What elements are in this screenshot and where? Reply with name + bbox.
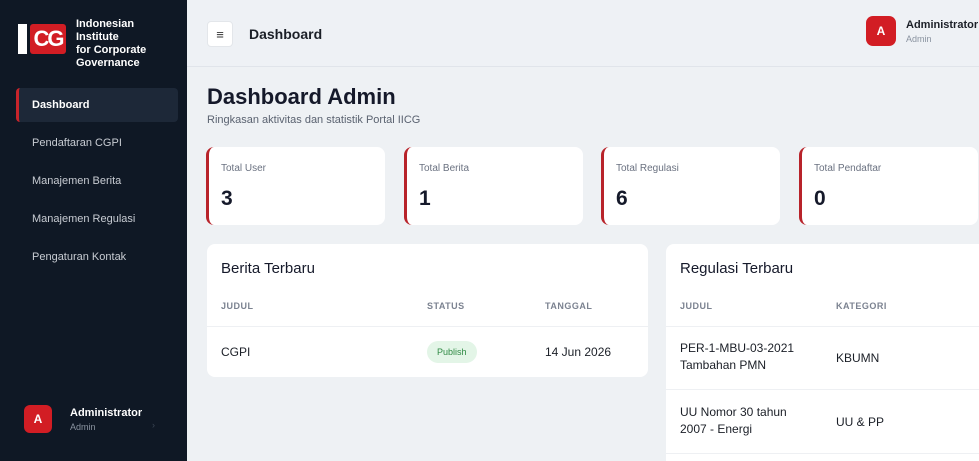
stat-card-total-pendaftar: Total Pendaftar 0 [799, 147, 978, 225]
avatar: A [24, 405, 52, 433]
cell-tanggal: 14 Jun 2026 [545, 345, 612, 359]
stat-card-total-user: Total User 3 [206, 147, 385, 225]
top-header: ≡ Dashboard A Administrator Admin [187, 0, 979, 67]
sidebar-user[interactable]: A Administrator Admin [24, 405, 142, 433]
cell-judul: UU Nomor 30 tahun 2007 - Energi [680, 405, 787, 436]
sidebar-item-dashboard[interactable]: Dashboard [16, 88, 178, 122]
column-header-judul: JUDUL [221, 301, 254, 311]
brand[interactable]: CG Indonesian Institute for Corporate Go… [0, 0, 187, 78]
column-header-kategori: KATEGORI [836, 301, 887, 311]
iicg-logo: CG [18, 24, 66, 54]
user-role: Admin [70, 421, 96, 432]
sidebar: CG Indonesian Institute for Corporate Go… [0, 0, 187, 461]
cell-judul: CGPI [221, 345, 251, 359]
user-name: Administrator [70, 406, 143, 419]
page-title: Dashboard Admin [207, 84, 396, 109]
column-header-judul: JUDUL [680, 301, 713, 311]
stat-card-total-regulasi: Total Regulasi 6 [601, 147, 780, 225]
column-header-tanggal: TANGGAL [545, 301, 593, 311]
page-subtitle: Ringkasan aktivitas dan statistik Portal… [207, 114, 421, 126]
menu-icon[interactable]: ≡ [207, 21, 233, 47]
card-title: Regulasi Terbaru [680, 260, 794, 277]
stat-card-total-berita: Total Berita 1 [404, 147, 583, 225]
user-role: Admin [906, 33, 932, 44]
card-title: Berita Terbaru [221, 260, 315, 277]
sidebar-item-pendaftaran-cgpi[interactable]: Pendaftaran CGPI [16, 126, 178, 160]
avatar: A [866, 16, 896, 46]
cell-kategori: UU & PP [836, 415, 885, 429]
header-title: Dashboard [249, 26, 323, 42]
card-berita-terbaru: Berita Terbaru JUDUL STATUS TANGGAL CGPI… [207, 244, 648, 377]
card-regulasi-terbaru: Regulasi Terbaru JUDUL KATEGORI PER-1-MB… [666, 244, 979, 461]
column-header-status: STATUS [427, 301, 465, 311]
header-user[interactable]: A Administrator Admin [866, 16, 979, 46]
sidebar-item-manajemen-berita[interactable]: Manajemen Berita [16, 164, 178, 198]
brand-name: Indonesian Institute for Corporate Gover… [76, 18, 147, 69]
sidebar-item-manajemen-regulasi[interactable]: Manajemen Regulasi [16, 202, 178, 236]
status-badge: Publish [427, 341, 477, 363]
cell-judul: PER-1-MBU-03-2021 Tambahan PMN [680, 341, 795, 372]
user-name: Administrator [906, 18, 979, 31]
chevron-icon[interactable]: › [152, 420, 155, 430]
cell-kategori: KBUMN [836, 351, 880, 365]
sidebar-item-pengaturan-kontak[interactable]: Pengaturan Kontak [16, 240, 178, 274]
sidebar-nav: Dashboard Pendaftaran CGPI Manajemen Ber… [16, 88, 178, 278]
